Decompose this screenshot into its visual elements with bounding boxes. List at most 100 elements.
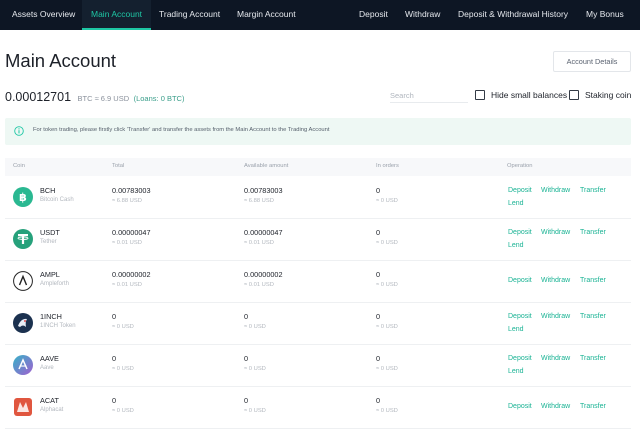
notice-text: For token trading, please firstly click …: [33, 127, 330, 133]
in-orders-usd: ≈ 0 USD: [376, 366, 398, 372]
transfer-link[interactable]: Transfer: [580, 313, 606, 320]
total-value: 0.00000047: [112, 228, 151, 237]
available-value: 0: [244, 354, 249, 363]
total-value: 0: [112, 354, 117, 363]
total-value: 0: [112, 396, 117, 405]
total-value: 0.00000002: [112, 270, 151, 279]
deposit-link[interactable]: Deposit: [508, 229, 532, 236]
lend-link[interactable]: Lend: [508, 200, 524, 207]
header-available-amount: Available amount: [244, 163, 289, 169]
info-icon: [14, 126, 24, 136]
nav-deposit[interactable]: Deposit: [359, 0, 388, 30]
transfer-link[interactable]: Transfer: [580, 355, 606, 362]
in-orders-usd: ≈ 0 USD: [376, 282, 398, 288]
available-value: 0.00783003: [244, 186, 283, 195]
transfer-link[interactable]: Transfer: [580, 403, 606, 410]
in-orders-value: 0: [376, 354, 381, 363]
in-orders-value: 0: [376, 186, 381, 195]
lend-link[interactable]: Lend: [508, 326, 524, 333]
header-total: Total: [112, 163, 125, 169]
svg-text:฿: ฿: [19, 191, 27, 204]
coin-symbol: BCH: [40, 186, 56, 195]
transfer-link[interactable]: Transfer: [580, 277, 606, 284]
header-operation: Operation: [507, 163, 533, 169]
table-header: Coin Total Available amount In orders Op…: [5, 158, 631, 176]
balance-amount: 0.00012701: [5, 90, 72, 104]
total-value: 0: [112, 312, 117, 321]
total-usd: ≈ 6.88 USD: [112, 198, 142, 204]
available-value: 0.00000047: [244, 228, 283, 237]
hide-small-balances-checkbox[interactable]: [475, 90, 485, 100]
balance-loans: (Loans: 0 BTC): [133, 94, 185, 103]
available-usd: ≈ 6.88 USD: [244, 198, 274, 204]
table-row: AAVE Aave 0 ≈ 0 USD 0 ≈ 0 USD 0 ≈ 0 USD Deposit W…: [5, 345, 631, 387]
total-value: 0.00783003: [112, 186, 151, 195]
nav-my-bonus[interactable]: My Bonus: [586, 0, 624, 30]
available-usd: ≈ 0.01 USD: [244, 282, 274, 288]
transfer-link[interactable]: Transfer: [580, 229, 606, 236]
aave-icon: [13, 355, 33, 375]
in-orders-value: 0: [376, 228, 381, 237]
table-row: USDT Tether 0.00000047 ≈ 0.01 USD 0.00000047…: [5, 219, 631, 261]
acat-icon: [13, 397, 33, 417]
table-row: AMPL Ampleforth 0.00000002 ≈ 0.01 USD 0.0000…: [5, 261, 631, 303]
lend-link[interactable]: Lend: [508, 242, 524, 249]
nav-trading-account[interactable]: Trading Account: [159, 0, 220, 30]
in-orders-value: 0: [376, 396, 381, 405]
total-usd: ≈ 0 USD: [112, 366, 134, 372]
1inch-icon: [13, 313, 33, 333]
nav-margin-account[interactable]: Margin Account: [237, 0, 296, 30]
header-coin: Coin: [13, 163, 25, 169]
total-usd: ≈ 0.01 USD: [112, 240, 142, 246]
available-usd: ≈ 0 USD: [244, 408, 266, 414]
withdraw-link[interactable]: Withdraw: [541, 229, 570, 236]
available-value: 0.00000002: [244, 270, 283, 279]
withdraw-link[interactable]: Withdraw: [541, 403, 570, 410]
page-title: Main Account: [5, 50, 117, 71]
available-usd: ≈ 0 USD: [244, 324, 266, 330]
nav-main-account[interactable]: Main Account: [82, 0, 152, 30]
transfer-notice: For token trading, please firstly click …: [5, 118, 631, 145]
deposit-link[interactable]: Deposit: [508, 187, 532, 194]
available-value: 0: [244, 312, 249, 321]
balance-usd: BTC ≈ 6.9 USD: [77, 94, 130, 103]
bch-icon: ฿: [13, 187, 33, 207]
staking-coin-label: Staking coin: [585, 90, 632, 100]
total-usd: ≈ 0 USD: [112, 324, 134, 330]
nav-deposit-withdrawal-history[interactable]: Deposit & Withdrawal History: [458, 0, 568, 30]
deposit-link[interactable]: Deposit: [508, 403, 532, 410]
table-row: 1INCH 1INCH Token 0 ≈ 0 USD 0 ≈ 0 USD 0 ≈ 0 USD…: [5, 303, 631, 345]
withdraw-link[interactable]: Withdraw: [541, 187, 570, 194]
staking-coin-checkbox[interactable]: [569, 90, 579, 100]
balance-summary: 0.00012701 BTC ≈ 6.9 USD (Loans: 0 BTC): [5, 88, 184, 106]
withdraw-link[interactable]: Withdraw: [541, 277, 570, 284]
coin-symbol: AMPL: [40, 270, 60, 279]
coin-name: Aave: [40, 365, 54, 371]
usdt-icon: [13, 229, 33, 249]
nav-withdraw[interactable]: Withdraw: [405, 0, 440, 30]
ampl-icon: [13, 271, 33, 291]
in-orders-usd: ≈ 0 USD: [376, 240, 398, 246]
available-usd: ≈ 0 USD: [244, 366, 266, 372]
header-in-orders: In orders: [376, 163, 399, 169]
coin-name: 1INCH Token: [40, 323, 76, 329]
in-orders-value: 0: [376, 270, 381, 279]
in-orders-usd: ≈ 0 USD: [376, 408, 398, 414]
deposit-link[interactable]: Deposit: [508, 313, 532, 320]
available-value: 0: [244, 396, 249, 405]
nav-assets-overview[interactable]: Assets Overview: [12, 0, 75, 30]
withdraw-link[interactable]: Withdraw: [541, 355, 570, 362]
deposit-link[interactable]: Deposit: [508, 277, 532, 284]
coin-symbol: ACAT: [40, 396, 59, 405]
search-input[interactable]: [390, 88, 468, 103]
coin-name: Alphacat: [40, 407, 64, 413]
top-nav: Assets Overview Main Account Trading Acc…: [0, 0, 640, 30]
deposit-link[interactable]: Deposit: [508, 355, 532, 362]
coin-symbol: AAVE: [40, 354, 59, 363]
withdraw-link[interactable]: Withdraw: [541, 313, 570, 320]
account-details-button[interactable]: Account Details: [553, 51, 631, 72]
transfer-link[interactable]: Transfer: [580, 187, 606, 194]
total-usd: ≈ 0.01 USD: [112, 282, 142, 288]
hide-small-balances-label: Hide small balances: [491, 90, 568, 100]
lend-link[interactable]: Lend: [508, 368, 524, 375]
